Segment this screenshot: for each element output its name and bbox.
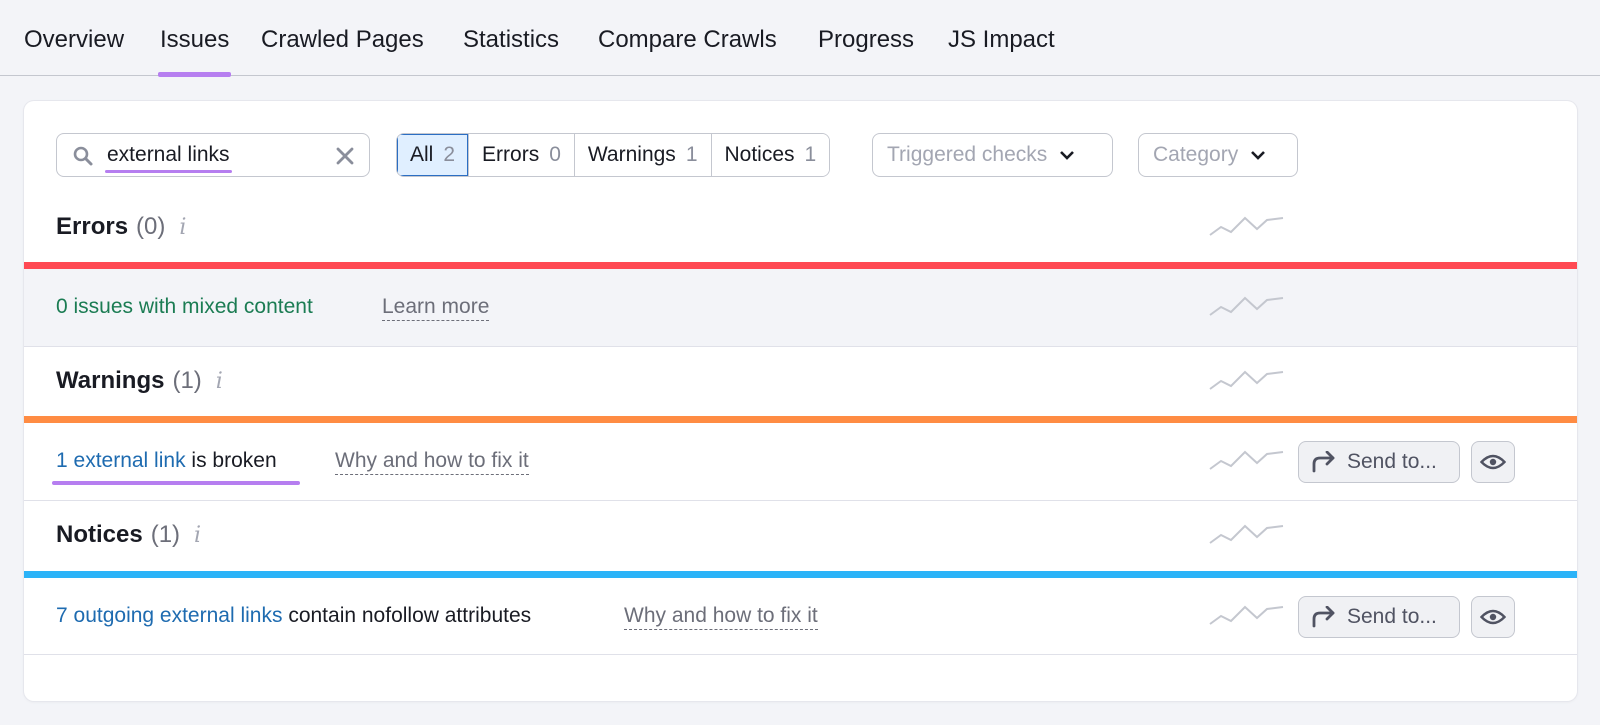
section-count: (1) bbox=[172, 367, 202, 394]
filter-label: All bbox=[410, 143, 434, 166]
category-placeholder: Category bbox=[1153, 143, 1239, 166]
errors-issue-row: 0 issues with mixed content Learn more bbox=[24, 269, 1577, 346]
trend-sparkline bbox=[1209, 605, 1284, 625]
tab-issues[interactable]: Issues bbox=[157, 26, 232, 77]
warnings-severity-bar bbox=[24, 416, 1577, 423]
view-button[interactable] bbox=[1471, 596, 1515, 638]
tab-js-impact[interactable]: JS Impact bbox=[948, 26, 1055, 76]
send-to-button[interactable]: Send to... bbox=[1298, 441, 1460, 483]
share-arrow-icon bbox=[1312, 606, 1335, 628]
notices-section-title: Notices (1) i bbox=[56, 521, 201, 549]
errors-section-title: Errors (0) i bbox=[56, 213, 186, 241]
filter-count: 1 bbox=[804, 143, 817, 166]
issue-link[interactable]: 7 outgoing external links bbox=[56, 604, 282, 627]
filter-count: 2 bbox=[443, 143, 456, 166]
tab-compare-crawls[interactable]: Compare Crawls bbox=[598, 26, 777, 76]
clear-icon[interactable] bbox=[335, 146, 355, 166]
search-input[interactable]: external links bbox=[56, 133, 370, 177]
issue-description: is broken bbox=[185, 449, 277, 472]
tab-statistics[interactable]: Statistics bbox=[463, 26, 559, 76]
filter-warnings[interactable]: Warnings 1 bbox=[573, 134, 711, 176]
trend-sparkline bbox=[1209, 296, 1284, 316]
trend-sparkline bbox=[1209, 524, 1284, 544]
errors-severity-bar bbox=[24, 262, 1577, 269]
info-icon[interactable]: i bbox=[194, 523, 201, 548]
divider bbox=[24, 654, 1577, 655]
eye-icon bbox=[1480, 609, 1506, 625]
section-count: (0) bbox=[136, 213, 166, 240]
filter-count: 1 bbox=[685, 143, 698, 166]
filter-notices[interactable]: Notices 1 bbox=[710, 134, 830, 176]
share-arrow-icon bbox=[1312, 451, 1335, 473]
warnings-section-title: Warnings (1) i bbox=[56, 367, 223, 395]
section-title: Warnings bbox=[56, 367, 165, 394]
search-value[interactable]: external links bbox=[105, 143, 232, 173]
section-title: Errors bbox=[56, 213, 129, 240]
eye-icon bbox=[1480, 454, 1506, 470]
search-icon bbox=[73, 146, 93, 166]
report-tabs: Overview Issues Crawled Pages Statistics… bbox=[0, 0, 1600, 77]
send-to-label: Send to... bbox=[1347, 605, 1437, 628]
filter-label: Notices bbox=[724, 143, 795, 166]
chevron-down-icon bbox=[1251, 151, 1266, 160]
issue-link[interactable]: 1 external link bbox=[56, 449, 186, 472]
issue-text: 1 external link is broken bbox=[52, 449, 300, 485]
learn-more-link[interactable]: Learn more bbox=[382, 295, 490, 321]
issues-card: external links All 2 Errors 0 Warnings 1 No… bbox=[24, 101, 1577, 701]
view-button[interactable] bbox=[1471, 441, 1515, 483]
divider bbox=[24, 500, 1577, 501]
divider bbox=[24, 346, 1577, 347]
send-to-button[interactable]: Send to... bbox=[1298, 596, 1460, 638]
severity-filter: All 2 Errors 0 Warnings 1 Notices 1 bbox=[396, 133, 831, 177]
category-dropdown[interactable]: Category bbox=[1138, 133, 1298, 177]
filter-all[interactable]: All 2 bbox=[397, 134, 469, 176]
triggered-checks-dropdown[interactable]: Triggered checks bbox=[872, 133, 1113, 177]
notices-severity-bar bbox=[24, 571, 1577, 578]
section-count: (1) bbox=[150, 521, 181, 548]
notices-issue-row: 7 outgoing external links contain nofoll… bbox=[24, 578, 1577, 655]
tab-crawled-pages[interactable]: Crawled Pages bbox=[261, 26, 424, 76]
filter-label: Warnings bbox=[587, 143, 676, 166]
filter-label: Errors bbox=[482, 143, 540, 166]
section-title: Notices bbox=[56, 521, 143, 548]
filter-count: 0 bbox=[549, 143, 561, 166]
send-to-label: Send to... bbox=[1347, 450, 1437, 473]
warnings-issue-row: 1 external link is broken Why and how to… bbox=[24, 423, 1577, 500]
issue-text: 0 issues with mixed content bbox=[56, 295, 313, 318]
trend-sparkline bbox=[1209, 370, 1284, 390]
trend-sparkline bbox=[1209, 216, 1284, 236]
why-and-how-link[interactable]: Why and how to fix it bbox=[335, 449, 529, 475]
chevron-down-icon bbox=[1060, 151, 1075, 160]
tab-overview[interactable]: Overview bbox=[24, 26, 124, 76]
tab-progress[interactable]: Progress bbox=[818, 26, 914, 76]
trend-sparkline bbox=[1209, 450, 1284, 470]
issue-text: 7 outgoing external links contain nofoll… bbox=[56, 604, 531, 628]
info-icon[interactable]: i bbox=[216, 369, 223, 394]
triggered-checks-placeholder: Triggered checks bbox=[887, 143, 1048, 166]
why-and-how-link[interactable]: Why and how to fix it bbox=[624, 604, 818, 630]
issue-description: contain nofollow attributes bbox=[282, 604, 532, 627]
filter-errors[interactable]: Errors 0 bbox=[468, 134, 574, 176]
info-icon[interactable]: i bbox=[179, 215, 186, 240]
